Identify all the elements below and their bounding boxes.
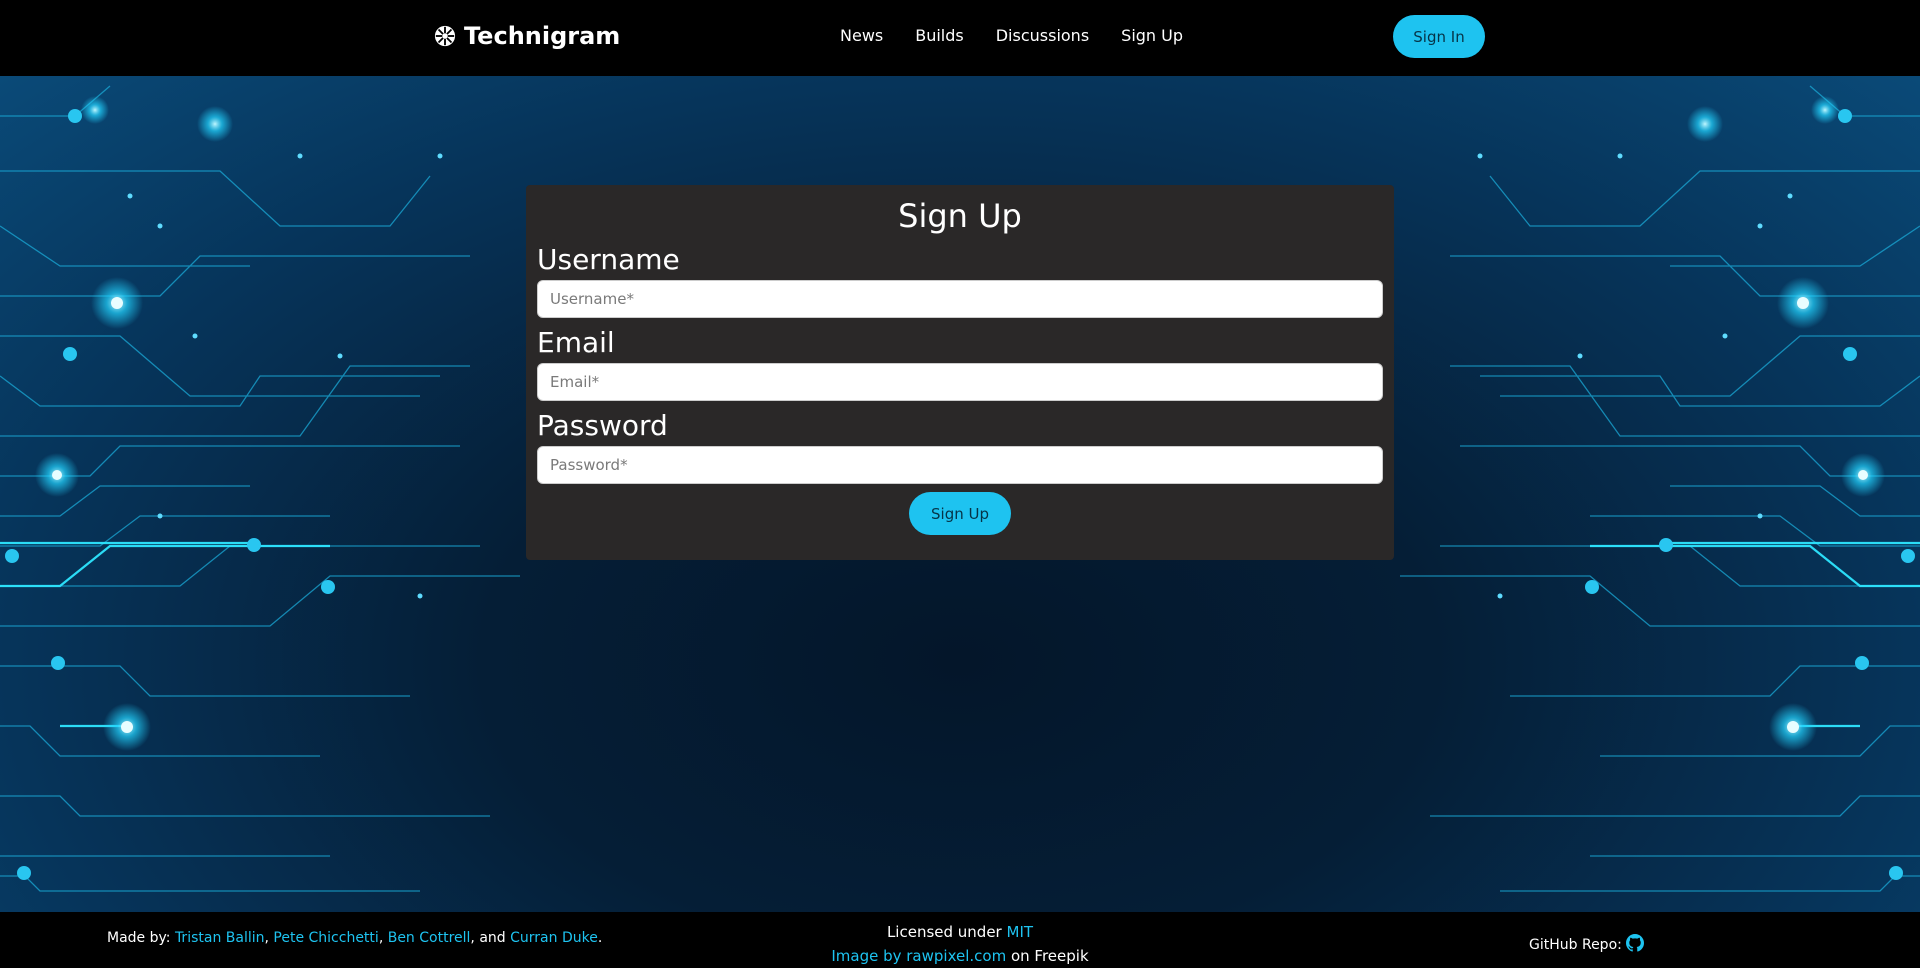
main-nav: News Builds Discussions Sign Up [840, 26, 1183, 45]
email-label: Email [537, 326, 615, 359]
nav-builds[interactable]: Builds [915, 26, 964, 45]
image-credit-link[interactable]: Image by rawpixel.com [831, 947, 1006, 965]
github-repo: GitHub Repo: [1529, 934, 1644, 956]
brand-name: Technigram [464, 22, 621, 50]
page-footer: Made by: Tristan Ballin, Pete Chicchetti… [0, 912, 1920, 968]
sign-in-button[interactable]: Sign In [1393, 15, 1485, 58]
github-label: GitHub Repo: [1529, 937, 1622, 953]
username-label: Username [537, 243, 680, 276]
brand-link[interactable]: Technigram [434, 22, 620, 50]
github-icon [1625, 934, 1644, 952]
nav-discussions[interactable]: Discussions [996, 26, 1089, 45]
license-prefix: Licensed under [886, 923, 1002, 941]
email-input[interactable] [537, 363, 1383, 401]
sign-up-form: Sign Up Username Email Password Sign Up [526, 185, 1394, 560]
github-link[interactable] [1625, 934, 1644, 956]
top-navbar: Technigram News Builds Discussions Sign … [0, 0, 1920, 76]
mit-license-link[interactable]: MIT [1007, 923, 1034, 941]
nav-news[interactable]: News [840, 26, 883, 45]
image-credit-suffix: on Freepik [1010, 947, 1089, 965]
password-label: Password [537, 409, 668, 442]
password-input[interactable] [537, 446, 1383, 484]
nav-signup[interactable]: Sign Up [1121, 26, 1183, 45]
sign-up-submit-button[interactable]: Sign Up [909, 492, 1011, 535]
form-title: Sign Up [898, 197, 1022, 235]
circuit-background: Sign Up Username Email Password Sign Up [0, 76, 1920, 912]
gear-logo-icon [434, 25, 456, 47]
username-input[interactable] [537, 280, 1383, 318]
